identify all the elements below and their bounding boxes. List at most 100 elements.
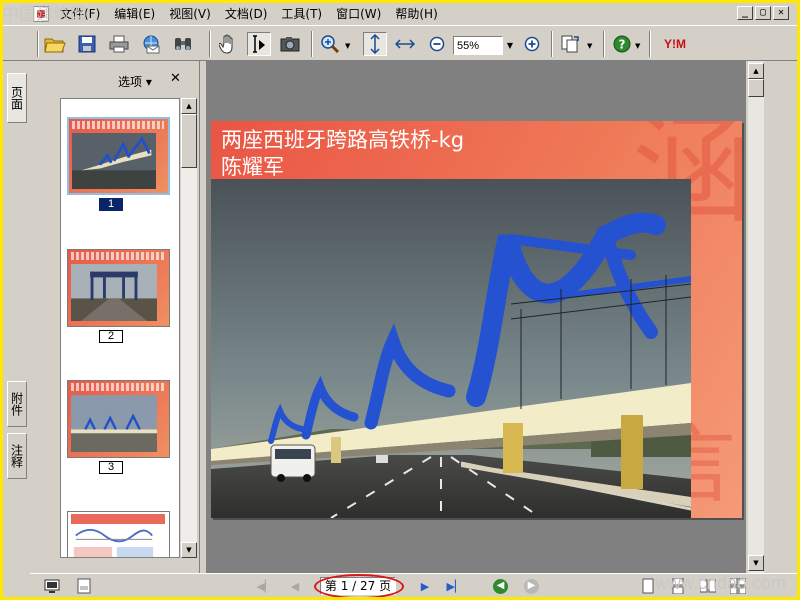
- pages-panel: 选项 ▾ ✕ 1 2 3 ▲ ▼: [30, 61, 200, 573]
- document-view[interactable]: 涵 言 两座西班牙跨路高铁桥-kg 陈耀军: [206, 61, 746, 573]
- navigation-tabs: 页面 附件 注释: [3, 61, 30, 573]
- toolbar-separator: [551, 31, 553, 57]
- fit-page-button[interactable]: [363, 32, 387, 56]
- slide-title-line: 两座西班牙跨路高铁桥-kg: [221, 128, 465, 152]
- thumbnail-title-line: [71, 252, 165, 260]
- zoom-in-tool-button[interactable]: [318, 32, 342, 56]
- svg-text:?: ?: [619, 38, 626, 52]
- page-thumbnail[interactable]: [67, 117, 170, 195]
- select-text-tool-button[interactable]: [247, 32, 271, 56]
- magnifier-zoom-icon: [321, 35, 340, 54]
- printer-icon: [109, 35, 129, 53]
- rotate-view-button[interactable]: [558, 32, 582, 56]
- menu-tools[interactable]: 工具(T): [274, 3, 329, 25]
- pages-rotate-icon: [561, 35, 579, 53]
- save-button[interactable]: [75, 32, 99, 56]
- options-menu-button[interactable]: 选项 ▾: [118, 73, 152, 90]
- scroll-down-arrow-icon[interactable]: ▼: [181, 542, 197, 558]
- fit-width-button[interactable]: [393, 32, 417, 56]
- text-cursor-icon: [253, 35, 265, 53]
- page-thumbnails-list[interactable]: 1 2 3: [60, 98, 180, 558]
- go-back-view-icon[interactable]: ◀: [493, 579, 508, 594]
- thumbnails-scrollbar[interactable]: ▲ ▼: [181, 98, 197, 558]
- thumbnail-bridge-image: [71, 395, 157, 453]
- scroll-down-arrow-icon[interactable]: ▼: [748, 555, 764, 571]
- minus-circle-icon: [429, 36, 445, 52]
- scroll-up-arrow-icon[interactable]: ▲: [748, 63, 764, 79]
- menu-help[interactable]: 帮助(H): [388, 3, 444, 25]
- bridge-photo: [211, 179, 691, 518]
- help-question-icon: ?: [613, 35, 631, 53]
- zoom-in-button[interactable]: [520, 32, 544, 56]
- toolbar-separator: [311, 31, 313, 57]
- document-window-controls: _ ▢ ✕: [737, 6, 789, 20]
- menu-edit[interactable]: 编辑(E): [107, 3, 162, 25]
- snapshot-tool-button[interactable]: [278, 32, 302, 56]
- hand-icon: [219, 34, 233, 54]
- tab-comments[interactable]: 注释: [7, 433, 27, 479]
- close-window-button[interactable]: ✕: [773, 6, 789, 20]
- slide-page: 涵 言 两座西班牙跨路高铁桥-kg 陈耀军: [211, 121, 742, 518]
- page-thumbnail[interactable]: [67, 249, 170, 327]
- zoom-level-input[interactable]: [453, 36, 503, 55]
- search-button[interactable]: [171, 32, 195, 56]
- page-size-icon[interactable]: [76, 578, 92, 594]
- document-scrollbar[interactable]: ▲ ▼: [746, 61, 766, 573]
- tab-attachments[interactable]: 附件: [7, 381, 27, 427]
- thumbnail-diagram-image: [73, 528, 154, 557]
- close-panel-button[interactable]: ✕: [170, 71, 181, 86]
- scroll-thumb[interactable]: [748, 79, 764, 97]
- hand-tool-button[interactable]: [216, 32, 240, 56]
- main-toolbar: ▼ ▼ ▼ ? ▼ Y!M: [3, 25, 797, 61]
- previous-page-button[interactable]: ◀: [286, 578, 304, 595]
- page-thumbnail[interactable]: [67, 380, 170, 458]
- page-number-label: 2: [99, 330, 123, 343]
- tab-pages[interactable]: 页面: [7, 73, 27, 123]
- single-page-layout-icon[interactable]: [640, 578, 656, 594]
- binoculars-icon: [175, 38, 191, 50]
- menu-view[interactable]: 视图(V): [162, 3, 218, 25]
- thumbnail-bridge-image: [72, 133, 156, 189]
- watermark-bottom-right: www.cndao.com: [654, 573, 786, 593]
- menu-window[interactable]: 窗口(W): [329, 3, 388, 25]
- restore-button[interactable]: ▢: [755, 6, 771, 20]
- next-page-button[interactable]: ▶: [416, 578, 434, 595]
- print-button[interactable]: [107, 32, 131, 56]
- toolbar-separator: [209, 31, 211, 57]
- email-button[interactable]: [139, 32, 163, 56]
- watermark-top-left: 中国建筑网: [2, 5, 87, 25]
- menu-document[interactable]: 文档(D): [218, 3, 275, 25]
- slide-author-line: 陈耀军: [221, 155, 284, 179]
- save-disk-icon: [78, 35, 96, 53]
- minimize-button[interactable]: _: [737, 6, 753, 20]
- thumbnail-title-line: [71, 383, 165, 391]
- toolbar-separator: [37, 31, 39, 57]
- pages-panel-header: 选项 ▾ ✕: [30, 61, 200, 97]
- help-dropdown-icon[interactable]: ▼: [635, 42, 640, 50]
- page-number-label: 1: [99, 198, 123, 211]
- scroll-thumb[interactable]: [181, 114, 197, 168]
- page-number-label: 3: [99, 461, 123, 474]
- fit-page-arrows-icon: [370, 34, 380, 54]
- toolbar-separator: [649, 31, 651, 57]
- first-page-button[interactable]: ◀▏: [256, 578, 274, 595]
- document-scroll-track[interactable]: ▲ ▼: [748, 61, 764, 573]
- yahoo-messenger-button[interactable]: Y!M: [657, 32, 693, 56]
- open-folder-icon: [44, 38, 66, 53]
- zoom-level-dropdown-icon[interactable]: ▼: [503, 36, 517, 55]
- help-button[interactable]: ?: [610, 32, 634, 56]
- thumbnail-title-line: [71, 514, 165, 524]
- scroll-up-arrow-icon[interactable]: ▲: [181, 98, 197, 114]
- email-globe-icon: [143, 35, 160, 54]
- last-page-button[interactable]: ▶▏: [446, 578, 464, 595]
- go-forward-view-icon[interactable]: ▶: [524, 579, 539, 594]
- page-thumbnail[interactable]: [67, 511, 170, 557]
- thumbnail-bridge-image: [71, 264, 157, 322]
- open-button[interactable]: [43, 32, 67, 56]
- rotate-dropdown-icon[interactable]: ▼: [587, 42, 592, 50]
- zoom-tool-dropdown-icon[interactable]: ▼: [345, 42, 350, 50]
- plus-circle-icon: [524, 36, 540, 52]
- menu-list: 文件(F) 编辑(E) 视图(V) 文档(D) 工具(T) 窗口(W) 帮助(H…: [53, 3, 445, 25]
- zoom-out-button[interactable]: [425, 32, 449, 56]
- monitor-icon[interactable]: [44, 578, 60, 594]
